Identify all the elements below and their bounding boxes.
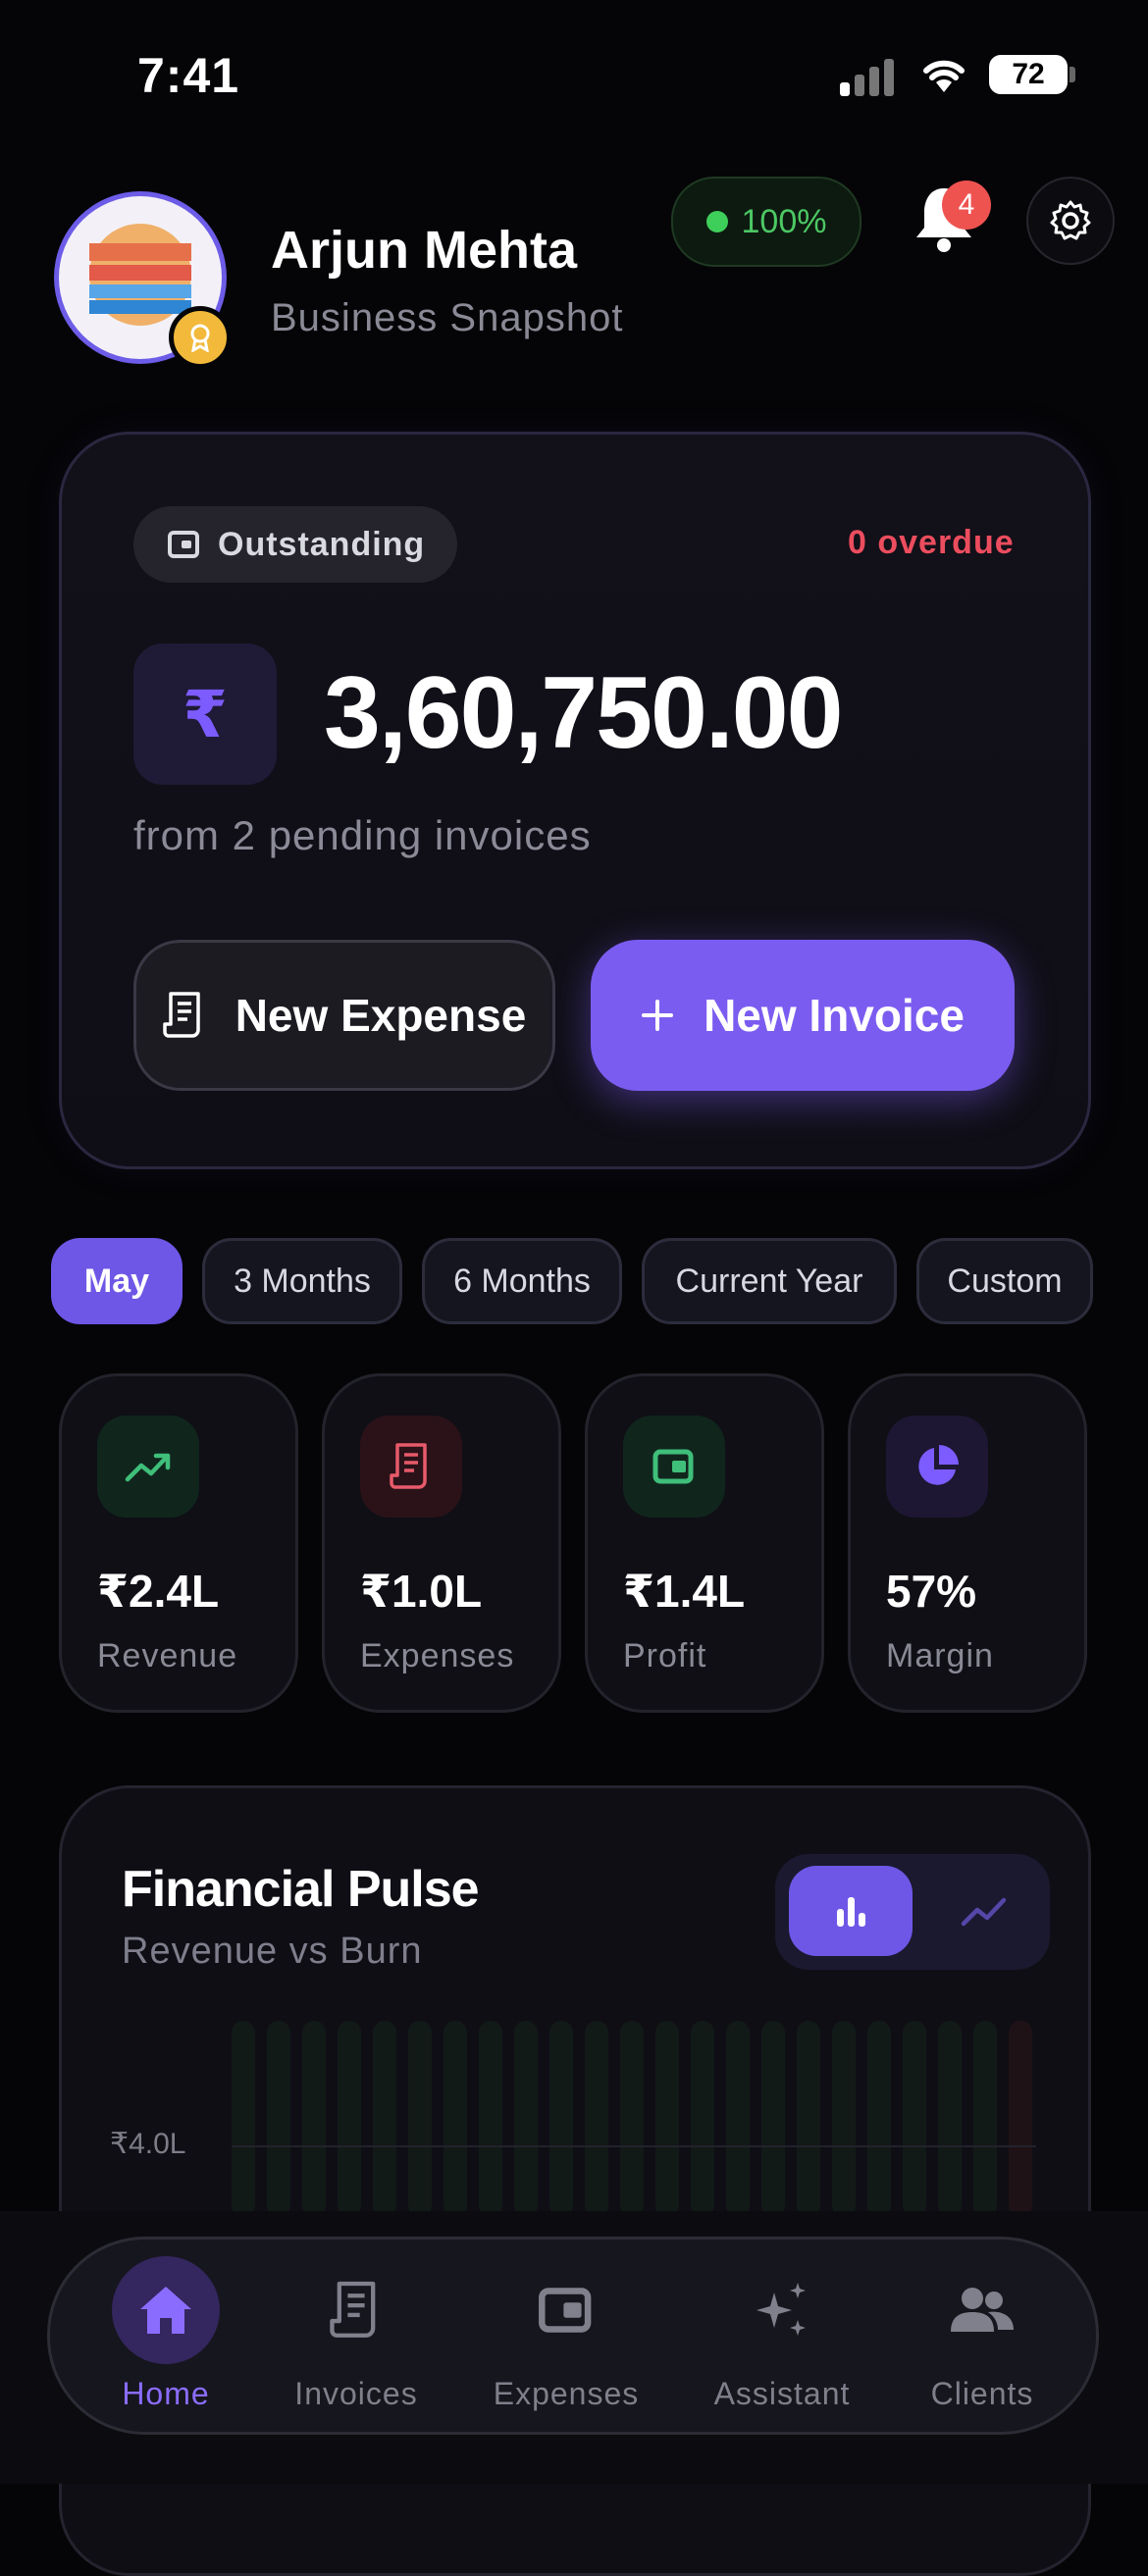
y-axis-tick: ₹4.0L — [110, 2128, 186, 2160]
expenses-value: ₹1.0L — [360, 1566, 483, 1617]
receipt-icon — [162, 992, 200, 1038]
pending-invoices-text: from 2 pending invoices — [133, 812, 592, 858]
profit-value: ₹1.4L — [623, 1566, 746, 1617]
chart-column — [973, 2021, 997, 2217]
nav-assistant[interactable]: Assistant — [689, 2256, 875, 2423]
new-expense-button[interactable]: New Expense — [133, 940, 555, 1091]
trending-line-icon — [961, 1897, 1007, 1927]
new-expense-label: New Expense — [235, 990, 527, 1041]
home-icon — [112, 2256, 220, 2364]
users-icon — [928, 2256, 1036, 2364]
plus-icon — [642, 1000, 674, 1031]
chart-column — [514, 2021, 538, 2217]
chart-column — [302, 2021, 326, 2217]
expenses-label: Expenses — [360, 1637, 515, 1674]
chart-column — [903, 2021, 926, 2217]
health-percentage: 100% — [741, 202, 827, 240]
settings-button[interactable] — [1026, 177, 1115, 265]
new-invoice-label: New Invoice — [704, 990, 965, 1041]
chart-column — [479, 2021, 502, 2217]
health-status-pill[interactable]: 100% — [671, 177, 861, 267]
pulse-subtitle: Revenue vs Burn — [122, 1931, 423, 1972]
nav-invoices[interactable]: Invoices — [263, 2256, 449, 2423]
stat-card-profit[interactable]: ₹1.4L Profit — [585, 1373, 824, 1713]
nav-clients[interactable]: Clients — [889, 2256, 1075, 2423]
wallet-icon — [512, 2256, 620, 2364]
receipt-icon — [360, 1416, 462, 1518]
period-chip-custom[interactable]: Custom — [916, 1238, 1093, 1324]
wallet-icon — [168, 531, 199, 558]
award-badge-icon — [169, 306, 232, 369]
stat-card-revenue[interactable]: ₹2.4L Revenue — [59, 1373, 298, 1713]
status-time: 7:41 — [137, 48, 240, 103]
wifi-icon — [920, 55, 967, 99]
profit-label: Profit — [623, 1637, 707, 1674]
stat-card-expenses[interactable]: ₹1.0L Expenses — [322, 1373, 561, 1713]
nav-clients-label: Clients — [930, 2376, 1034, 2411]
chart-column — [585, 2021, 608, 2217]
nav-expenses[interactable]: Expenses — [473, 2256, 659, 2423]
revenue-value: ₹2.4L — [97, 1566, 220, 1617]
receipt-icon — [302, 2256, 410, 2364]
bar-chart-toggle[interactable] — [789, 1866, 913, 1956]
nav-home[interactable]: Home — [73, 2256, 259, 2423]
gear-icon — [1050, 200, 1091, 240]
chart-column — [761, 2021, 785, 2217]
trending-up-icon — [97, 1416, 199, 1518]
battery-cap — [1070, 67, 1075, 82]
nav-home-label: Home — [122, 2376, 210, 2411]
period-chip-may[interactable]: May — [51, 1238, 183, 1324]
rupee-icon: ₹ — [133, 644, 277, 785]
sparkles-icon — [728, 2256, 836, 2364]
wallet-icon — [623, 1416, 725, 1518]
nav-invoices-label: Invoices — [294, 2376, 418, 2411]
chart-column — [867, 2021, 891, 2217]
period-chip-3-months[interactable]: 3 Months — [202, 1238, 402, 1324]
chart-column — [1009, 2021, 1032, 2217]
revenue-burn-bars — [232, 2021, 1036, 2217]
margin-label: Margin — [886, 1637, 994, 1674]
stat-card-margin[interactable]: 57% Margin — [848, 1373, 1087, 1713]
outstanding-amount: 3,60,750.00 — [324, 656, 843, 770]
margin-value: 57% — [886, 1566, 977, 1617]
chart-column — [938, 2021, 962, 2217]
chart-column — [373, 2021, 396, 2217]
line-chart-toggle[interactable] — [932, 1866, 1036, 1956]
pulse-title: Financial Pulse — [122, 1861, 480, 1918]
battery-indicator: 72 — [989, 55, 1068, 94]
nav-assistant-label: Assistant — [713, 2376, 851, 2411]
page-subtitle: Business Snapshot — [271, 296, 624, 339]
period-chip-current-year[interactable]: Current Year — [642, 1238, 897, 1324]
chart-column — [444, 2021, 467, 2217]
user-name: Arjun Mehta — [271, 221, 578, 280]
notification-count-badge: 4 — [942, 180, 991, 230]
chart-column — [797, 2021, 820, 2217]
chart-column — [549, 2021, 573, 2217]
chart-column — [232, 2021, 255, 2217]
nav-expenses-label: Expenses — [493, 2376, 640, 2411]
pie-chart-icon — [886, 1416, 988, 1518]
chart-column — [620, 2021, 644, 2217]
outstanding-label: Outstanding — [218, 525, 426, 563]
bar-chart-icon — [837, 1897, 865, 1927]
cellular-signal-icon — [840, 57, 895, 96]
chart-column — [726, 2021, 750, 2217]
period-filter: May 3 Months 6 Months Current Year Custo… — [51, 1238, 1093, 1328]
chart-column — [338, 2021, 361, 2217]
overdue-count[interactable]: 0 overdue — [848, 524, 1015, 562]
chart-column — [691, 2021, 714, 2217]
chart-column — [655, 2021, 679, 2217]
period-chip-6-months[interactable]: 6 Months — [422, 1238, 622, 1324]
new-invoice-button[interactable]: New Invoice — [591, 940, 1015, 1091]
chart-column — [832, 2021, 856, 2217]
chart-column — [408, 2021, 432, 2217]
status-dot-icon — [705, 211, 728, 232]
chart-column — [267, 2021, 290, 2217]
revenue-label: Revenue — [97, 1637, 238, 1674]
outstanding-pill: Outstanding — [133, 506, 457, 583]
